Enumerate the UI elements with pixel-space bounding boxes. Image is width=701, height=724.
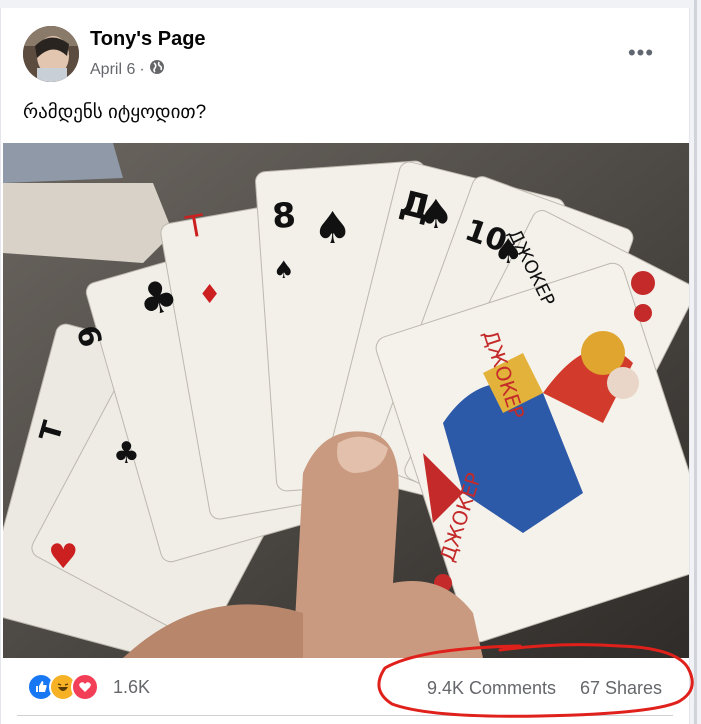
svg-text:♣: ♣ [113,436,140,471]
avatar[interactable] [23,26,79,82]
love-icon [71,673,99,701]
post-date[interactable]: April 6 [90,61,135,79]
globe-icon [149,59,165,80]
post-photo[interactable]: 8 ♠ ♠ Д ♠ 10 ♠ ♣ 9 Т ♦ ♣ Т ♥ ДЖОКЕР ДЖОК… [3,143,689,658]
post-meta: April 6 · [90,59,165,80]
scrollbar-thumb[interactable] [694,0,697,724]
svg-text:8: 8 [271,195,297,237]
scrollbar[interactable] [690,0,701,724]
page-name[interactable]: Tony's Page [90,28,206,51]
reactions-summary[interactable]: 1.6K [27,673,151,701]
more-options-button[interactable]: ••• [623,38,659,68]
post-header: Tony's Page April 6 · ••• [1,8,689,92]
footer-divider [17,715,673,716]
post-footer: 1.6K 9.4K Comments 67 Shares [1,658,689,716]
svg-text:♥: ♥ [48,537,78,577]
svg-text:♠: ♠ [273,256,295,284]
reaction-count: 1.6K [113,676,151,697]
post-caption: რამდენს იტყოდით? [23,102,207,123]
meta-separator: · [139,60,145,78]
svg-text:♦: ♦ [198,280,221,310]
feed-post: Tony's Page April 6 · ••• რამდენს იტყოდი… [0,8,690,724]
avatar-image [23,26,79,82]
svg-text:♠: ♠ [418,192,454,238]
more-options-icon: ••• [627,40,655,65]
svg-text:♠: ♠ [313,203,352,254]
shares-link[interactable]: 67 Shares [580,678,662,699]
comments-link[interactable]: 9.4K Comments [427,678,556,699]
playing-cards-image: 8 ♠ ♠ Д ♠ 10 ♠ ♣ 9 Т ♦ ♣ Т ♥ ДЖОКЕР ДЖОК… [3,143,689,658]
